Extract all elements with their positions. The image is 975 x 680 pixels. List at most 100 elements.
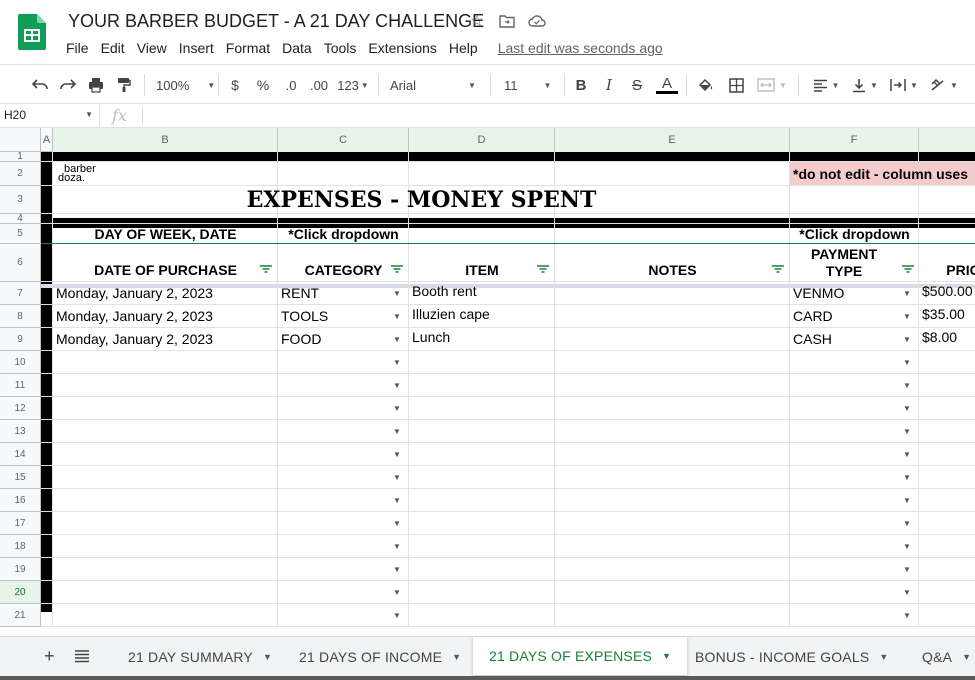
cell-f17[interactable] [790,512,919,535]
cell-d13[interactable] [409,420,555,443]
cell-a[interactable] [41,558,53,581]
bold-button[interactable]: B [574,74,588,96]
chevron-down-icon[interactable]: ▼ [263,652,272,662]
cell-a[interactable] [41,535,53,558]
cell-a[interactable] [41,186,53,214]
row-header-4[interactable]: 4 [0,213,41,224]
cell-b13[interactable] [53,420,278,443]
tab-21-days-of-income[interactable]: 21 DAYS OF INCOME ▼ [283,637,477,677]
row-header-3[interactable]: 3 [0,186,41,214]
cell-g17[interactable] [919,512,975,535]
cloud-status-icon[interactable] [528,11,546,31]
cell-d21[interactable] [409,604,555,627]
row-header-9[interactable]: 9 [0,328,41,351]
cell-e10[interactable] [555,351,790,374]
row-header-2[interactable]: 2 [0,162,41,186]
cell-a[interactable] [41,420,53,443]
cell-a[interactable] [41,604,53,627]
cell-a[interactable] [41,282,53,305]
cell-d12[interactable] [409,397,555,420]
column-header-g[interactable] [919,128,975,152]
row-header-6[interactable]: 6 [0,244,41,282]
row-header-14[interactable]: 14 [0,443,41,466]
cell-f16[interactable] [790,489,919,512]
cell-e18[interactable] [555,535,790,558]
cell-c12[interactable] [278,397,409,420]
cell-a[interactable] [41,224,53,244]
payment-dropdown-icon[interactable]: ▼ [903,496,911,505]
cell-g3[interactable] [919,186,975,214]
category-dropdown-icon[interactable]: ▼ [393,335,401,344]
cell-e19[interactable] [555,558,790,581]
cell-d5[interactable] [409,224,555,244]
add-sheet-icon[interactable]: + [44,646,55,667]
cell-e20[interactable] [555,581,790,604]
category-dropdown-icon[interactable]: ▼ [393,450,401,459]
cell-b11[interactable] [53,374,278,397]
column-header-d[interactable]: D [409,128,555,152]
menu-data[interactable]: Data [282,40,319,56]
cell-g12[interactable] [919,397,975,420]
payment-dropdown-icon[interactable]: ▼ [903,519,911,528]
cell-payment[interactable]: CARD [793,308,916,326]
cell-g10[interactable] [919,351,975,374]
cell-b19[interactable] [53,558,278,581]
cell-item[interactable]: Lunch [412,329,552,347]
payment-dropdown-icon[interactable]: ▼ [903,611,911,620]
cell-price[interactable]: $500.00 [922,283,975,301]
cell-f3[interactable] [790,186,919,214]
cell-f14[interactable] [790,443,919,466]
redo-icon[interactable] [58,74,78,96]
menu-help[interactable]: Help [449,40,485,56]
row-header-20[interactable]: 20 [0,581,41,604]
chevron-down-icon[interactable]: ▼ [452,652,461,662]
cell-a[interactable] [41,512,53,535]
cell-a[interactable] [41,466,53,489]
chevron-down-icon[interactable]: ▼ [879,652,888,662]
merge-cells-icon[interactable]: ▼ [756,74,788,96]
decrease-decimal-button[interactable]: .0 [282,74,300,96]
select-all-corner[interactable] [0,128,41,152]
percent-format-button[interactable]: % [255,74,271,96]
cell-e2[interactable] [555,162,790,186]
move-folder-icon[interactable] [498,11,516,31]
payment-dropdown-icon[interactable]: ▼ [903,381,911,390]
cell-date[interactable]: Monday, January 2, 2023 [56,308,275,326]
cell-g5[interactable] [919,224,975,244]
cell-c11[interactable] [278,374,409,397]
cell-item[interactable]: Illuzien cape [412,306,552,324]
row-header-12[interactable]: 12 [0,397,41,420]
category-dropdown-icon[interactable]: ▼ [393,404,401,413]
cell-d20[interactable] [409,581,555,604]
cell-notes[interactable] [558,331,787,349]
cell-d1[interactable] [409,152,555,162]
column-header-c[interactable]: C [278,128,409,152]
cell-d10[interactable] [409,351,555,374]
row-header-10[interactable]: 10 [0,351,41,374]
cell-f18[interactable] [790,535,919,558]
undo-icon[interactable] [30,74,50,96]
number-format-select[interactable]: 123 ▼ [336,74,370,96]
category-dropdown-icon[interactable]: ▼ [393,381,401,390]
cell-a[interactable] [41,443,53,466]
row-header-16[interactable]: 16 [0,489,41,512]
column-header-b[interactable]: B [53,128,278,152]
cell-category[interactable]: TOOLS [281,308,406,326]
category-dropdown-icon[interactable]: ▼ [393,358,401,367]
category-dropdown-icon[interactable]: ▼ [393,312,401,321]
print-icon[interactable] [86,74,106,96]
cell-d18[interactable] [409,535,555,558]
cell-item[interactable]: Booth rent [412,283,552,301]
row-header-5[interactable]: 5 [0,224,41,244]
cell-a[interactable] [41,581,53,604]
category-dropdown-icon[interactable]: ▼ [393,588,401,597]
filter-icon[interactable] [391,265,403,273]
payment-dropdown-icon[interactable]: ▼ [903,542,911,551]
cell-c20[interactable] [278,581,409,604]
italic-button[interactable]: I [602,74,616,96]
cell-a[interactable] [41,244,53,282]
cell-d19[interactable] [409,558,555,581]
category-dropdown-icon[interactable]: ▼ [393,289,401,298]
menu-file[interactable]: File [66,40,96,56]
filter-icon[interactable] [537,265,549,273]
